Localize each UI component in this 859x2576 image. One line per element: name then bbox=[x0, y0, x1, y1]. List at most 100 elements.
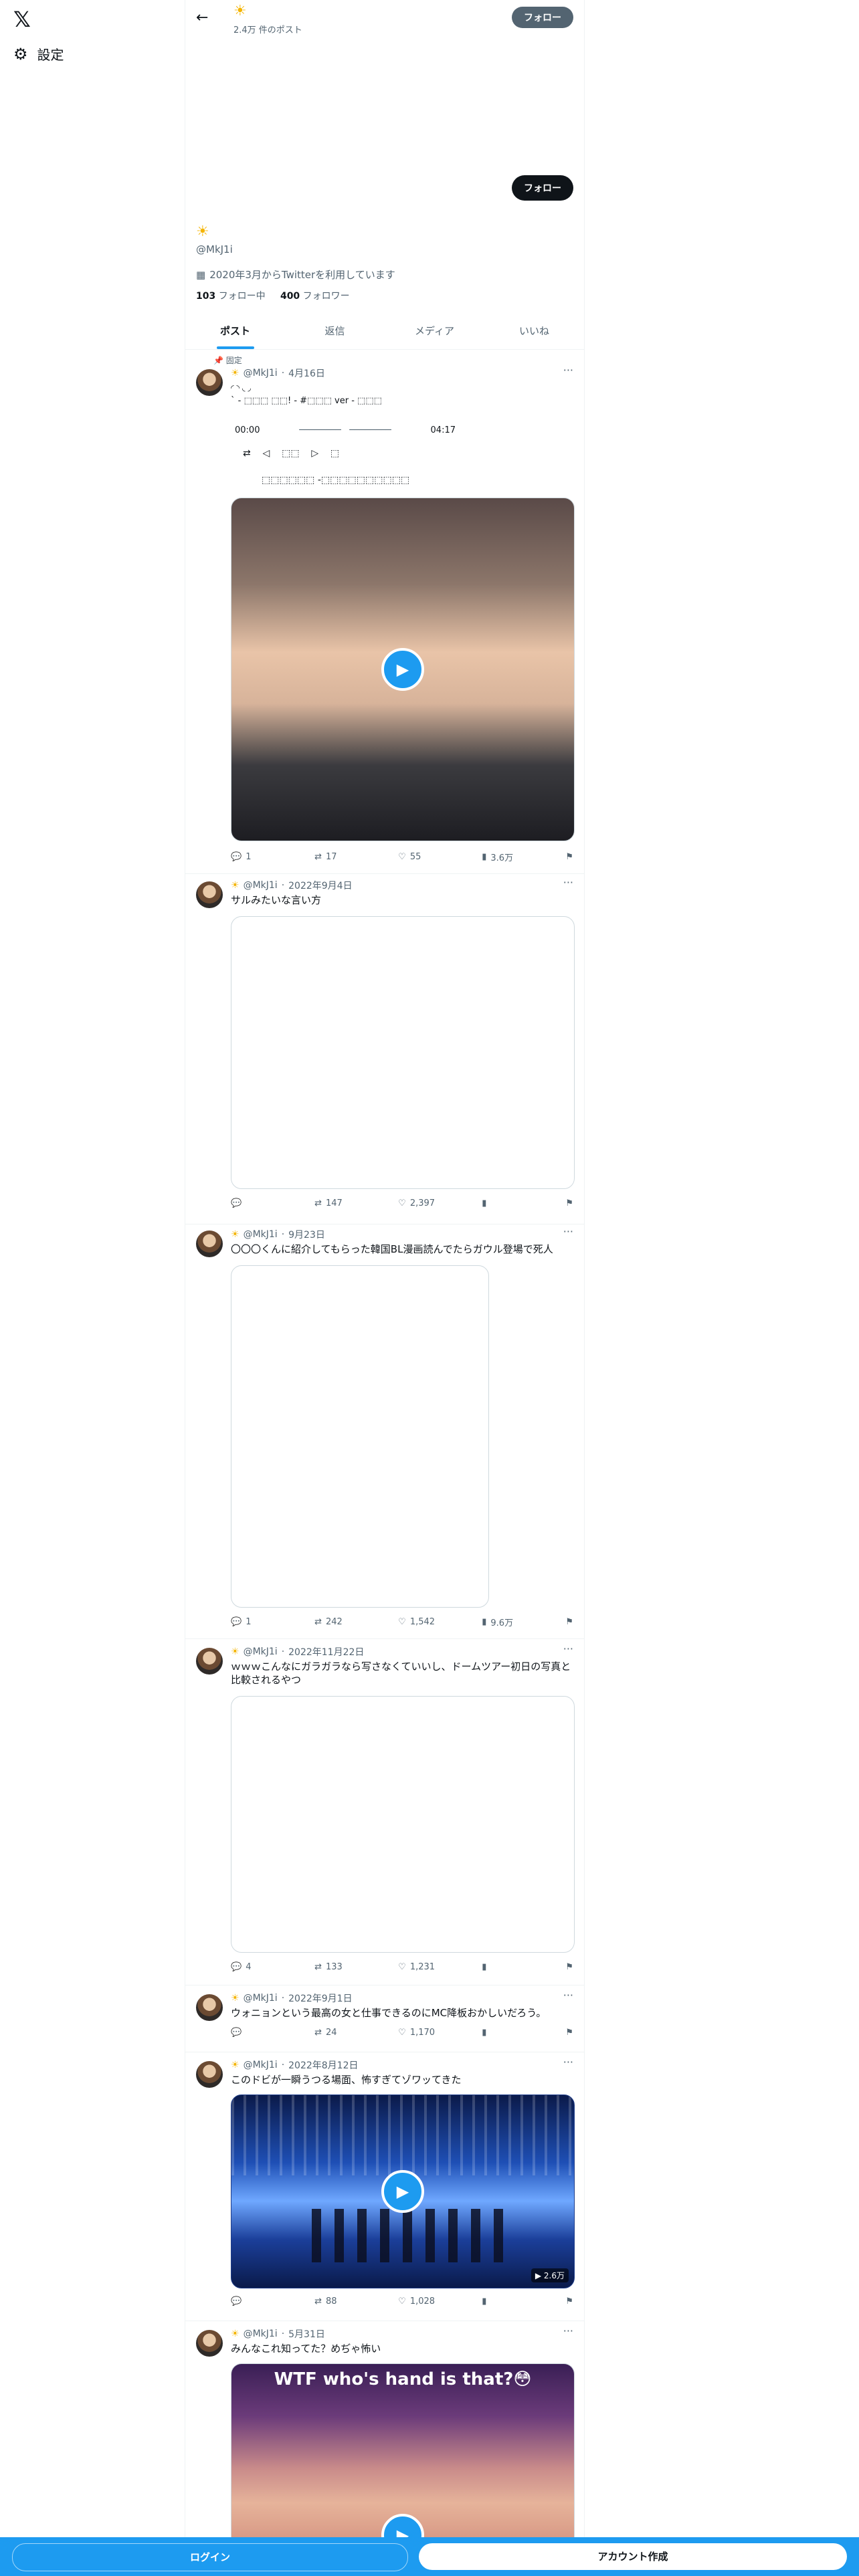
avatar[interactable] bbox=[196, 2330, 223, 2357]
reply-button[interactable]: 💬 bbox=[231, 2296, 278, 2306]
video-thumbnail[interactable]: ▶ ▶ 2.6万 bbox=[231, 2095, 575, 2288]
bottom-signup-bar: ログイン アカウント作成 bbox=[0, 2537, 859, 2576]
tweet[interactable]: ☀ @MkJ1i · 4月16日 ··· ◜ ◝ ◟ ◞ ` - ⬚⬚⬚ ⬚⬚!… bbox=[185, 364, 584, 874]
retweet-button[interactable]: ⇄ 24 bbox=[314, 2028, 361, 2038]
settings-link[interactable]: ⚙ 設定 bbox=[13, 44, 64, 64]
tweet-date[interactable]: 2022年9月1日 bbox=[288, 1992, 352, 2005]
followers-link[interactable]: 400 フォロワー bbox=[280, 291, 350, 302]
views-button[interactable]: ▮ 9.6万 bbox=[482, 1616, 529, 1628]
tweet-date[interactable]: 5月31日 bbox=[288, 2327, 325, 2341]
followers-label: フォロワー bbox=[302, 291, 350, 302]
tab-replies[interactable]: 返信 bbox=[285, 314, 385, 349]
retweet-icon: ⇄ bbox=[314, 852, 322, 862]
play-icon[interactable]: ▶ bbox=[381, 2170, 424, 2213]
back-arrow-icon[interactable]: ← bbox=[196, 9, 208, 26]
tweet-handle[interactable]: @MkJ1i bbox=[244, 368, 278, 379]
views-button[interactable]: ▮ bbox=[482, 1198, 529, 1208]
login-button[interactable]: ログイン bbox=[12, 2543, 408, 2571]
play-icon[interactable]: ▶ bbox=[381, 2514, 424, 2538]
retweet-button[interactable]: ⇄ 147 bbox=[314, 1198, 361, 1208]
avatar[interactable] bbox=[196, 369, 223, 396]
tweet[interactable]: ☀ @MkJ1i · 2022年11月22日 ··· ｗｗｗこんなにガラガラなら… bbox=[185, 1642, 584, 1985]
avatar[interactable] bbox=[196, 2061, 223, 2088]
tweet-handle[interactable]: @MkJ1i bbox=[244, 880, 278, 891]
sun-emoji-icon: ☀ bbox=[231, 2060, 240, 2070]
tweet-date[interactable]: 9月23日 bbox=[288, 1228, 325, 1241]
avatar[interactable] bbox=[196, 1994, 223, 2021]
views-button[interactable]: ▮ bbox=[482, 2028, 529, 2038]
reply-button[interactable]: 💬 4 bbox=[231, 1962, 278, 1972]
more-options-icon[interactable]: ··· bbox=[563, 1225, 573, 1238]
tweet-header: ☀ @MkJ1i · 2022年11月22日 bbox=[231, 1645, 364, 1658]
tweet[interactable]: ☀ @MkJ1i · 2022年9月1日 ··· ウォニョンという最高の女と仕事… bbox=[185, 1989, 584, 2052]
profile-header: ← ☀ 2.4万 件のポスト フォロー bbox=[185, 0, 584, 37]
views-button[interactable]: ▮ bbox=[482, 1962, 529, 1972]
more-options-icon[interactable]: ··· bbox=[563, 2325, 573, 2337]
avatar[interactable] bbox=[196, 1648, 223, 1675]
tweet[interactable]: ☀ @MkJ1i · 5月31日 ··· みんなこれ知ってた？めぢゃ怖い WTF… bbox=[185, 2325, 584, 2538]
views-eye-icon: ▶ bbox=[535, 2271, 544, 2280]
create-account-button[interactable]: アカウント作成 bbox=[419, 2543, 847, 2570]
media-card[interactable] bbox=[231, 1696, 575, 1953]
bookmark-button[interactable]: ⚑ bbox=[565, 851, 573, 863]
bar-chart-icon: ▮ bbox=[482, 2296, 487, 2306]
tweet-date[interactable]: 2022年11月22日 bbox=[288, 1645, 364, 1658]
tab-media[interactable]: メディア bbox=[385, 314, 484, 349]
avatar[interactable] bbox=[196, 1230, 223, 1257]
play-icon[interactable]: ▶ bbox=[381, 648, 424, 691]
like-button[interactable]: ♡ 1,542 bbox=[398, 1616, 445, 1628]
tab-posts[interactable]: ポスト bbox=[185, 314, 285, 349]
more-options-icon[interactable]: ··· bbox=[563, 1989, 573, 2002]
views-button[interactable]: ▮ bbox=[482, 2296, 529, 2306]
media-card[interactable] bbox=[231, 1265, 489, 1608]
more-options-icon[interactable]: ··· bbox=[563, 1642, 573, 1655]
tweet-text: ｗｗｗこんなにガラガラなら写さなくていいし、ドームツアー初日の写真と比較されるや… bbox=[231, 1660, 571, 1686]
tweet[interactable]: ☀ @MkJ1i · 2022年8月12日 ··· このドビが一瞬うつる場面、怖… bbox=[185, 2056, 584, 2321]
retweet-count: 24 bbox=[325, 2028, 337, 2038]
header-follow-button[interactable]: フォロー bbox=[512, 7, 573, 28]
like-button[interactable]: ♡ 55 bbox=[398, 851, 445, 863]
tweet-handle[interactable]: @MkJ1i bbox=[244, 2329, 278, 2339]
following-link[interactable]: 103 フォロー中 bbox=[196, 291, 266, 302]
avatar[interactable] bbox=[196, 881, 223, 908]
follow-button[interactable]: フォロー bbox=[512, 175, 573, 201]
more-options-icon[interactable]: ··· bbox=[563, 876, 573, 889]
like-button[interactable]: ♡ 1,231 bbox=[398, 1962, 445, 1972]
tweet-handle[interactable]: @MkJ1i bbox=[244, 1229, 278, 1240]
bookmark-button[interactable]: ⚑ bbox=[565, 1616, 573, 1628]
video-thumbnail[interactable]: ▶ bbox=[231, 498, 575, 841]
tweet-handle[interactable]: @MkJ1i bbox=[244, 1646, 278, 1657]
reply-button[interactable]: 💬 1 bbox=[231, 851, 278, 863]
retweet-button[interactable]: ⇄ 88 bbox=[314, 2296, 361, 2306]
like-button[interactable]: ♡ 2,397 bbox=[398, 1198, 445, 1208]
reply-button[interactable]: 💬 1 bbox=[231, 1616, 278, 1628]
more-options-icon[interactable]: ··· bbox=[563, 364, 573, 377]
media-card[interactable] bbox=[231, 916, 575, 1189]
tweet-handle[interactable]: @MkJ1i bbox=[244, 2060, 278, 2070]
tab-likes[interactable]: いいね bbox=[484, 314, 584, 349]
tweet-date[interactable]: 4月16日 bbox=[288, 366, 325, 380]
bookmark-button[interactable]: ⚑ bbox=[565, 2028, 573, 2038]
views-button[interactable]: ▮ 3.6万 bbox=[482, 851, 529, 863]
like-button[interactable]: ♡ 1,170 bbox=[398, 2028, 445, 2038]
tweet-date[interactable]: 2022年8月12日 bbox=[288, 2058, 358, 2072]
tweet[interactable]: ☀ @MkJ1i · 9月23日 ··· 〇〇〇くんに紹介してもらった韓国BL漫… bbox=[185, 1225, 584, 1639]
bookmark-button[interactable]: ⚑ bbox=[565, 2296, 573, 2306]
like-count: 1,170 bbox=[409, 2028, 436, 2038]
like-button[interactable]: ♡ 1,028 bbox=[398, 2296, 445, 2306]
sun-emoji-icon: ☀ bbox=[231, 2329, 240, 2339]
tweet-handle[interactable]: @MkJ1i bbox=[244, 1993, 278, 2004]
retweet-button[interactable]: ⇄ 133 bbox=[314, 1962, 361, 1972]
heart-icon: ♡ bbox=[398, 1617, 406, 1627]
retweet-button[interactable]: ⇄ 242 bbox=[314, 1616, 361, 1628]
reply-button[interactable]: 💬 bbox=[231, 2028, 278, 2038]
reply-button[interactable]: 💬 bbox=[231, 1198, 278, 1208]
video-thumbnail[interactable]: WTF who's hand is that?😳 ▶ bbox=[231, 2363, 575, 2538]
bookmark-button[interactable]: ⚑ bbox=[565, 1962, 573, 1972]
x-logo-icon[interactable]: 𝕏 bbox=[13, 8, 36, 31]
more-options-icon[interactable]: ··· bbox=[563, 2056, 573, 2068]
bookmark-button[interactable]: ⚑ bbox=[565, 1198, 573, 1208]
retweet-button[interactable]: ⇄ 17 bbox=[314, 851, 361, 863]
tweet[interactable]: ☀ @MkJ1i · 2022年9月4日 ··· サルみたいな言い方 💬 ⇄ 14… bbox=[185, 876, 584, 1224]
tweet-date[interactable]: 2022年9月4日 bbox=[288, 879, 352, 892]
